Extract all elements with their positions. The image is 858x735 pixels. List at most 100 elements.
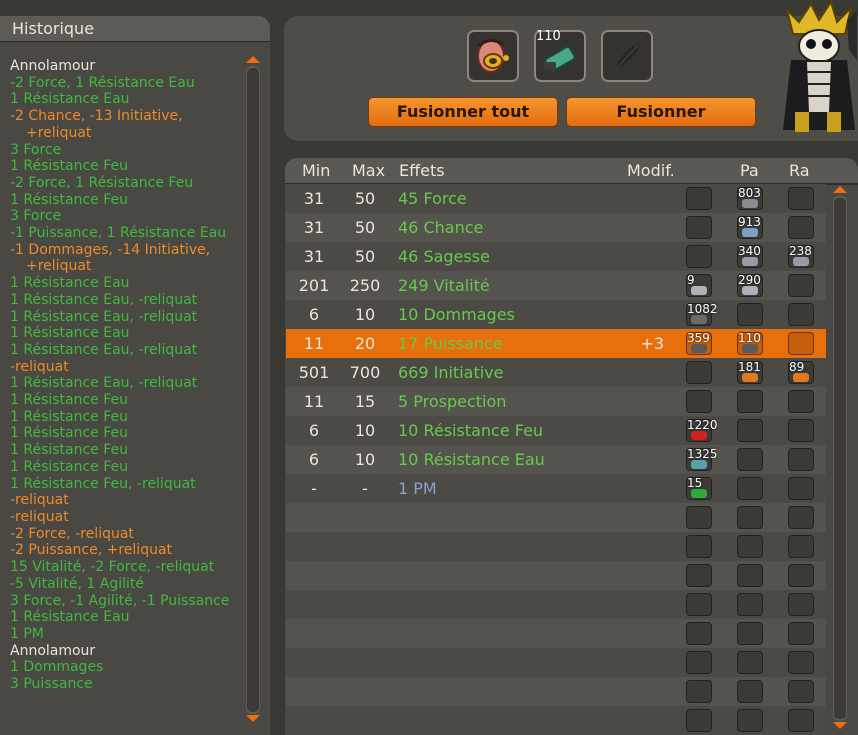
modif-rune-slot[interactable]	[686, 564, 712, 587]
ra-rune-slot[interactable]	[788, 535, 814, 558]
pa-rune-slot[interactable]	[737, 303, 763, 326]
history-entry: 1 Résistance Eau, -reliquat	[10, 341, 198, 358]
history-scrollbar[interactable]	[246, 66, 260, 714]
history-entry: -2 Force, -reliquat	[10, 525, 134, 542]
pa-rune-slot[interactable]: 110	[737, 331, 763, 355]
modif-rune-slot[interactable]	[686, 506, 712, 529]
table-row[interactable]	[286, 619, 826, 648]
table-row[interactable]: 31 50 46 Chance 913	[286, 213, 826, 242]
pa-rune-slot[interactable]	[737, 535, 763, 558]
ra-rune-slot[interactable]	[788, 187, 814, 210]
table-row[interactable]: 11 15 5 Prospection	[286, 387, 826, 416]
merge-all-button[interactable]: Fusionner tout	[368, 97, 558, 127]
modif-rune-slot[interactable]	[686, 651, 712, 674]
effect-cell: 17 Puissance	[398, 334, 503, 353]
rune-icon	[691, 489, 707, 498]
table-row[interactable]: 31 50 46 Sagesse 340 238	[286, 242, 826, 271]
table-row[interactable]	[286, 561, 826, 590]
modif-rune-slot[interactable]	[686, 216, 712, 239]
modif-rune-slot[interactable]: 359	[686, 331, 712, 355]
pa-rune-slot[interactable]	[737, 651, 763, 674]
ra-rune-slot[interactable]	[788, 506, 814, 529]
pa-rune-slot[interactable]	[737, 390, 763, 413]
ra-rune-slot[interactable]	[788, 390, 814, 413]
modif-rune-slot[interactable]	[686, 361, 712, 384]
pa-rune-slot[interactable]: 340	[737, 244, 763, 268]
modif-rune-slot[interactable]	[686, 622, 712, 645]
modif-rune-slot[interactable]	[686, 680, 712, 703]
ra-rune-slot[interactable]	[788, 332, 814, 355]
table-scroll-thumb[interactable]	[834, 198, 846, 719]
table-row[interactable]: 501 700 669 Initiative 181 89	[286, 358, 826, 387]
pa-rune-slot[interactable]: 290	[737, 273, 763, 297]
modif-rune-slot[interactable]: 15	[686, 476, 712, 500]
history-entry: 15 Vitalité, -2 Force, -reliquat	[10, 559, 215, 576]
modif-rune-slot[interactable]	[686, 390, 712, 413]
pa-rune-slot[interactable]	[737, 593, 763, 616]
ra-rune-slot[interactable]	[788, 303, 814, 326]
pa-rune-slot[interactable]	[737, 448, 763, 471]
pa-rune-slot-count: 110	[738, 331, 761, 345]
table-row[interactable]	[286, 532, 826, 561]
pa-rune-slot[interactable]	[737, 564, 763, 587]
table-row[interactable]	[286, 590, 826, 619]
pa-rune-slot[interactable]: 803	[737, 186, 763, 210]
ra-rune-slot[interactable]	[788, 593, 814, 616]
history-scroll-down-arrow[interactable]	[246, 715, 260, 722]
pa-rune-slot[interactable]	[737, 419, 763, 442]
table-row[interactable]: 6 10 10 Résistance Feu 1220	[286, 416, 826, 445]
modif-rune-slot[interactable]: 1325	[686, 447, 718, 471]
ra-rune-slot[interactable]	[788, 448, 814, 471]
table-row[interactable]: 201 250 249 Vitalité 9 290	[286, 271, 826, 300]
merge-button[interactable]: Fusionner	[566, 97, 756, 127]
table-row[interactable]	[286, 503, 826, 532]
modif-rune-slot[interactable]: 1220	[686, 418, 718, 442]
table-scroll-down-arrow[interactable]	[833, 722, 847, 729]
history-scroll-thumb[interactable]	[247, 68, 259, 712]
history-entry: 1 Résistance Eau	[10, 325, 130, 342]
pa-rune-slot[interactable]	[737, 477, 763, 500]
min-cell: 201	[298, 276, 330, 295]
modif-rune-slot[interactable]	[686, 245, 712, 268]
table-row[interactable]: 6 10 10 Dommages 1082	[286, 300, 826, 329]
signature-slot[interactable]	[601, 30, 653, 82]
item-slot[interactable]	[467, 30, 519, 82]
modif-rune-slot[interactable]	[686, 709, 712, 732]
pa-rune-slot[interactable]	[737, 680, 763, 703]
ra-rune-slot[interactable]	[788, 564, 814, 587]
modif-rune-slot-count: 1220	[687, 418, 718, 432]
ra-rune-slot[interactable]	[788, 274, 814, 297]
ra-rune-slot[interactable]	[788, 709, 814, 732]
ra-rune-slot[interactable]	[788, 216, 814, 239]
pa-rune-slot[interactable]	[737, 622, 763, 645]
pa-rune-slot[interactable]: 913	[737, 215, 763, 239]
table-row[interactable]: - - 1 PM 15	[286, 474, 826, 503]
ra-rune-slot[interactable]	[788, 622, 814, 645]
modif-rune-slot[interactable]: 1082	[686, 302, 718, 326]
ra-rune-slot[interactable]	[788, 651, 814, 674]
history-entry: 1 Résistance Feu	[10, 392, 129, 409]
modif-rune-slot[interactable]	[686, 187, 712, 210]
table-scroll-up-arrow[interactable]	[833, 186, 847, 193]
table-row[interactable]	[286, 648, 826, 677]
modif-rune-slot[interactable]: 9	[686, 273, 712, 297]
table-row[interactable]: 11 20 17 Puissance +3 359 110	[286, 329, 826, 358]
history-panel: Historique Annolamour -2 Force, 1 Résista…	[0, 16, 270, 735]
history-scroll-up-arrow[interactable]	[246, 56, 260, 63]
table-row[interactable]	[286, 706, 826, 735]
pa-rune-slot[interactable]	[737, 709, 763, 732]
ra-rune-slot[interactable]: 238	[788, 244, 814, 268]
ra-rune-slot[interactable]	[788, 680, 814, 703]
ra-rune-slot[interactable]	[788, 419, 814, 442]
table-row[interactable]: 31 50 45 Force 803	[286, 184, 826, 213]
modif-rune-slot[interactable]	[686, 535, 712, 558]
table-row[interactable]	[286, 677, 826, 706]
pa-rune-slot[interactable]: 181	[737, 360, 763, 384]
modif-rune-slot[interactable]	[686, 593, 712, 616]
table-row[interactable]: 6 10 10 Résistance Eau 1325	[286, 445, 826, 474]
pa-rune-slot[interactable]	[737, 506, 763, 529]
ra-rune-slot[interactable]	[788, 477, 814, 500]
rune-icon	[742, 199, 758, 208]
table-scrollbar[interactable]	[833, 196, 847, 721]
ra-rune-slot[interactable]: 89	[788, 360, 814, 384]
